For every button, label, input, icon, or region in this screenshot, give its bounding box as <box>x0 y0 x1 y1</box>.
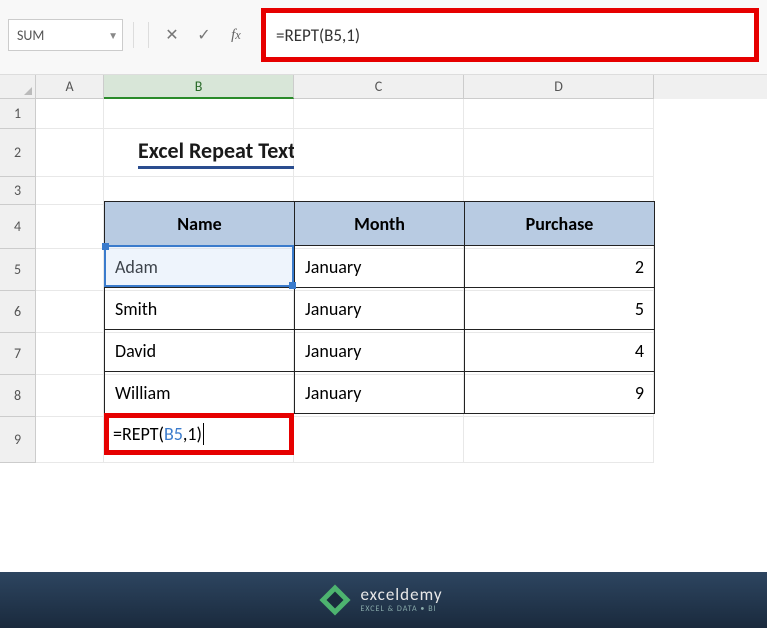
table-row: Adam January 2 <box>105 246 655 288</box>
col-header-d[interactable]: D <box>464 75 654 99</box>
cancel-icon[interactable]: ✕ <box>159 22 185 48</box>
row-header[interactable]: 1 <box>0 99 36 129</box>
cell-month[interactable]: January <box>295 246 465 288</box>
cell[interactable] <box>36 375 104 417</box>
cell[interactable] <box>36 249 104 291</box>
edit-ref: B5 <box>164 423 183 445</box>
row-header[interactable]: 6 <box>0 291 36 333</box>
formula-text: =REPT(B5,1) <box>276 25 360 46</box>
cell-month[interactable]: January <box>295 288 465 330</box>
table-row: William January 9 <box>105 372 655 414</box>
footer-sub: EXCEL & DATA • BI <box>360 605 442 614</box>
cell[interactable] <box>36 99 104 129</box>
cell-month[interactable]: January <box>295 330 465 372</box>
cell[interactable] <box>464 129 654 177</box>
cell-name[interactable]: Smith <box>105 288 295 330</box>
toolbar: SUM ▼ ✕ ✓ fx =REPT(B5,1) <box>0 0 767 75</box>
enter-icon[interactable]: ✓ <box>191 22 217 48</box>
cell-purchase[interactable]: 4 <box>465 330 655 372</box>
cell-purchase[interactable]: 5 <box>465 288 655 330</box>
col-header-a[interactable]: A <box>36 75 104 99</box>
data-table: Name Month Purchase Adam January 2 Smith… <box>104 201 655 414</box>
col-header-b[interactable]: B <box>104 75 294 99</box>
cell[interactable]: Excel Repeat Text Automatically <box>104 129 294 177</box>
footer-text: exceldemy EXCEL & DATA • BI <box>360 586 442 613</box>
text-cursor <box>203 423 204 445</box>
formula-bar[interactable]: =REPT(B5,1) <box>261 8 759 62</box>
header-name[interactable]: Name <box>105 202 295 246</box>
name-box-value: SUM <box>17 27 44 44</box>
col-header-c[interactable]: C <box>294 75 464 99</box>
cell[interactable] <box>36 417 104 463</box>
cell[interactable] <box>464 417 654 463</box>
table-row: David January 4 <box>105 330 655 372</box>
cell[interactable] <box>36 291 104 333</box>
chevron-down-icon[interactable]: ▼ <box>108 29 118 42</box>
cell[interactable] <box>36 129 104 177</box>
cell[interactable] <box>294 129 464 177</box>
cell-name[interactable]: David <box>105 330 295 372</box>
cell-name[interactable]: William <box>105 372 295 414</box>
footer-brand: exceldemy <box>360 586 442 605</box>
table-row: Smith January 5 <box>105 288 655 330</box>
cell[interactable] <box>36 177 104 205</box>
edit-suffix: ,1) <box>183 423 202 445</box>
divider <box>133 22 134 48</box>
cell-name[interactable]: Adam <box>105 246 295 288</box>
header-month[interactable]: Month <box>295 202 465 246</box>
name-box[interactable]: SUM ▼ <box>8 19 123 51</box>
divider <box>148 22 149 48</box>
fx-icon[interactable]: fx <box>223 22 249 48</box>
header-purchase[interactable]: Purchase <box>465 202 655 246</box>
brand-logo-icon <box>320 584 351 615</box>
edit-prefix: =REPT( <box>113 423 164 445</box>
cell[interactable] <box>294 99 464 129</box>
column-headers: A B C D <box>0 75 767 99</box>
cell[interactable] <box>104 99 294 129</box>
select-all-corner[interactable] <box>0 75 36 99</box>
row-header[interactable]: 8 <box>0 375 36 417</box>
cell[interactable] <box>36 205 104 249</box>
cell-month[interactable]: January <box>295 372 465 414</box>
row-header[interactable]: 7 <box>0 333 36 375</box>
formula-bar-wrap: =REPT(B5,1) <box>261 8 759 62</box>
row-header[interactable]: 5 <box>0 249 36 291</box>
row-header[interactable]: 3 <box>0 177 36 205</box>
row-header[interactable]: 2 <box>0 129 36 177</box>
cell-purchase[interactable]: 2 <box>465 246 655 288</box>
row-header[interactable]: 9 <box>0 417 36 463</box>
cell[interactable] <box>464 99 654 129</box>
cell[interactable] <box>294 417 464 463</box>
row-header[interactable]: 4 <box>0 205 36 249</box>
footer: exceldemy EXCEL & DATA • BI <box>0 572 767 628</box>
cell[interactable] <box>36 333 104 375</box>
cell-purchase[interactable]: 9 <box>465 372 655 414</box>
spreadsheet-grid: A B C D 1 2 Excel Repeat Text Automatical… <box>0 75 767 463</box>
active-edit-cell-b9[interactable]: =REPT(B5,1) <box>104 413 294 455</box>
